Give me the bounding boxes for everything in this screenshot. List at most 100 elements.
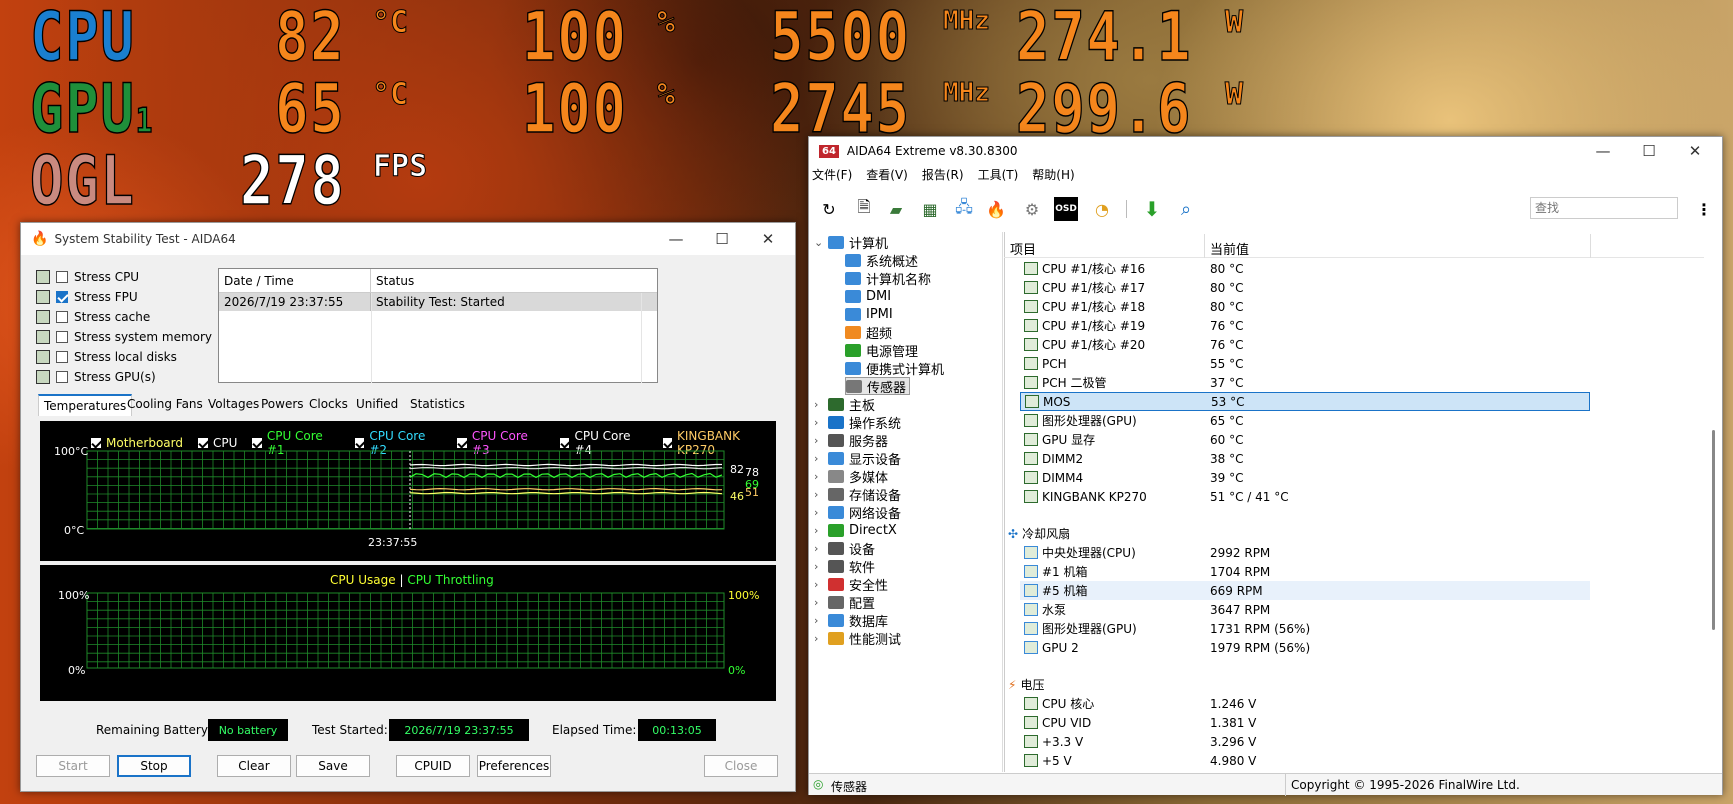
tab-unified[interactable]: Unified: [351, 394, 403, 416]
tree-expander-icon[interactable]: ›: [814, 398, 828, 411]
sensor-row[interactable]: GPU 2 1979 RPM (56%): [1020, 638, 1590, 657]
stress-item[interactable]: Stress CPU: [36, 268, 139, 286]
stress-item[interactable]: Stress system memory: [36, 328, 212, 346]
preferences-button[interactable]: Preferences: [477, 755, 551, 777]
scrollbar-thumb[interactable]: [1712, 430, 1715, 630]
sensor-row[interactable]: DIMM2 38 °C: [1020, 449, 1590, 468]
tree-item[interactable]: 电源管理: [845, 341, 918, 360]
tree-item[interactable]: › 存储设备: [814, 485, 901, 504]
tab-powers[interactable]: Powers: [256, 394, 309, 416]
menu-item[interactable]: 帮助(H): [1032, 166, 1074, 183]
tree-item[interactable]: › 软件: [814, 557, 875, 576]
tree-expander-icon[interactable]: ›: [814, 596, 828, 609]
memory-icon[interactable]: ▦: [918, 197, 942, 221]
tree-item[interactable]: › 操作系统: [814, 413, 901, 432]
tree-expander-icon[interactable]: ›: [814, 524, 828, 537]
tree-expander-icon[interactable]: ›: [814, 542, 828, 555]
sensor-row[interactable]: CPU 核心 1.246 V: [1020, 694, 1590, 713]
download-arrow-icon[interactable]: ⬇: [1140, 197, 1164, 221]
tree-expander-icon[interactable]: ›: [814, 434, 828, 447]
aida-minimize-button[interactable]: —: [1580, 137, 1626, 165]
tree-expander-icon[interactable]: ⌄: [814, 236, 828, 249]
aida-maximize-button[interactable]: ☐: [1626, 137, 1672, 165]
tree-item[interactable]: › 主板: [814, 395, 875, 414]
sensor-row[interactable]: 中央处理器(CPU) 2992 RPM: [1020, 543, 1590, 562]
benchmark-gauge-icon[interactable]: ◔: [1090, 197, 1114, 221]
stability-test-icon[interactable]: ⚙: [1020, 197, 1044, 221]
overclock-flame-icon[interactable]: 🔥: [984, 197, 1008, 221]
tree-item[interactable]: 系统概述: [845, 251, 918, 270]
sensor-row[interactable]: #5 机箱 669 RPM: [1020, 581, 1590, 600]
clear-button[interactable]: Clear: [217, 755, 291, 777]
sensor-row[interactable]: CPU #1/核心 #20 76 °C: [1020, 335, 1590, 354]
stress-item[interactable]: Stress GPU(s): [36, 368, 156, 386]
sensor-row[interactable]: CPU #1/核心 #19 76 °C: [1020, 316, 1590, 335]
tree-item[interactable]: ⌄ 计算机: [814, 233, 888, 252]
menu-item[interactable]: 查看(V): [866, 166, 908, 183]
tree-expander-icon[interactable]: ›: [814, 560, 828, 573]
stress-checkbox[interactable]: [56, 351, 68, 363]
tab-cooling-fans[interactable]: Cooling Fans: [122, 394, 208, 416]
sensor-row[interactable]: CPU #1/核心 #16 80 °C: [1020, 259, 1590, 278]
motherboard-icon[interactable]: ▰: [884, 197, 908, 221]
save-button[interactable]: Save: [296, 755, 370, 777]
stress-checkbox[interactable]: [56, 331, 68, 343]
start-button[interactable]: Start: [36, 755, 110, 777]
tree-expander-icon[interactable]: ›: [814, 506, 828, 519]
sensor-row[interactable]: 图形处理器(GPU) 65 °C: [1020, 411, 1590, 430]
stress-checkbox[interactable]: [56, 271, 68, 283]
log-row[interactable]: 2026/7/19 23:37:55 Stability Test: Start…: [219, 293, 657, 311]
search-input[interactable]: [1530, 197, 1678, 219]
tree-expander-icon[interactable]: ›: [814, 416, 828, 429]
tree-item[interactable]: › DirectX: [814, 521, 897, 539]
tree-item[interactable]: › 多媒体: [814, 467, 888, 486]
sensor-row[interactable]: KINGBANK KP270 51 °C / 41 °C: [1020, 487, 1590, 506]
sensor-row[interactable]: CPU #1/核心 #18 80 °C: [1020, 297, 1590, 316]
stress-item[interactable]: Stress FPU: [36, 288, 138, 306]
report-icon[interactable]: 🗎: [852, 197, 876, 221]
tree-expander-icon[interactable]: ›: [814, 470, 828, 483]
menu-item[interactable]: 报告(R): [922, 166, 964, 183]
maximize-button[interactable]: ☐: [699, 223, 745, 255]
tree-expander-icon[interactable]: ›: [814, 614, 828, 627]
tree-item[interactable]: › 设备: [814, 539, 875, 558]
sensor-row[interactable]: 水泵 3647 RPM: [1020, 600, 1590, 619]
vertical-scrollbar[interactable]: [1710, 260, 1716, 770]
stress-checkbox[interactable]: [56, 291, 68, 303]
tree-item[interactable]: 便携式计算机: [845, 359, 944, 378]
tree-item[interactable]: 超频: [845, 323, 892, 342]
menu-item[interactable]: 文件(F): [812, 166, 852, 183]
col-item[interactable]: 项目: [1010, 239, 1036, 258]
tree-item[interactable]: 传感器: [845, 377, 911, 396]
tree-expander-icon[interactable]: ›: [814, 632, 828, 645]
sensor-row[interactable]: #1 机箱 1704 RPM: [1020, 562, 1590, 581]
tree-item[interactable]: › 显示设备: [814, 449, 901, 468]
log-col-time[interactable]: Date / Time: [219, 269, 371, 292]
tab-clocks[interactable]: Clocks: [304, 394, 353, 416]
network-icon[interactable]: 🖧: [952, 197, 976, 221]
more-options-icon[interactable]: ⋮: [1696, 200, 1712, 219]
sensor-row[interactable]: 图形处理器(GPU) 1731 RPM (56%): [1020, 619, 1590, 638]
sensor-row[interactable]: +5 V 4.980 V: [1020, 751, 1590, 770]
stress-item[interactable]: Stress cache: [36, 308, 150, 326]
tree-expander-icon[interactable]: ›: [814, 452, 828, 465]
tree-item[interactable]: › 安全性: [814, 575, 888, 594]
tab-temperatures[interactable]: Temperatures: [38, 394, 133, 416]
tree-item[interactable]: › 数据库: [814, 611, 888, 630]
log-col-status[interactable]: Status: [371, 269, 641, 292]
stress-checkbox[interactable]: [56, 311, 68, 323]
refresh-icon[interactable]: ↻: [817, 197, 841, 221]
sensor-row[interactable]: +3.3 V 3.296 V: [1020, 732, 1590, 751]
sensor-row[interactable]: CPU #1/核心 #17 80 °C: [1020, 278, 1590, 297]
cpuid-button[interactable]: CPUID: [396, 755, 470, 777]
sensor-row[interactable]: CPU VID 1.381 V: [1020, 713, 1590, 732]
sensor-row[interactable]: DIMM4 39 °C: [1020, 468, 1590, 487]
tree-item[interactable]: 计算机名称: [845, 269, 931, 288]
sensor-row[interactable]: MOS 53 °C: [1020, 392, 1590, 411]
stress-item[interactable]: Stress local disks: [36, 348, 177, 366]
tree-item[interactable]: › 性能测试: [814, 629, 901, 648]
tree-item[interactable]: › 网络设备: [814, 503, 901, 522]
stop-button[interactable]: Stop: [117, 755, 191, 777]
stress-checkbox[interactable]: [56, 371, 68, 383]
osd-icon[interactable]: OSD: [1054, 197, 1078, 221]
